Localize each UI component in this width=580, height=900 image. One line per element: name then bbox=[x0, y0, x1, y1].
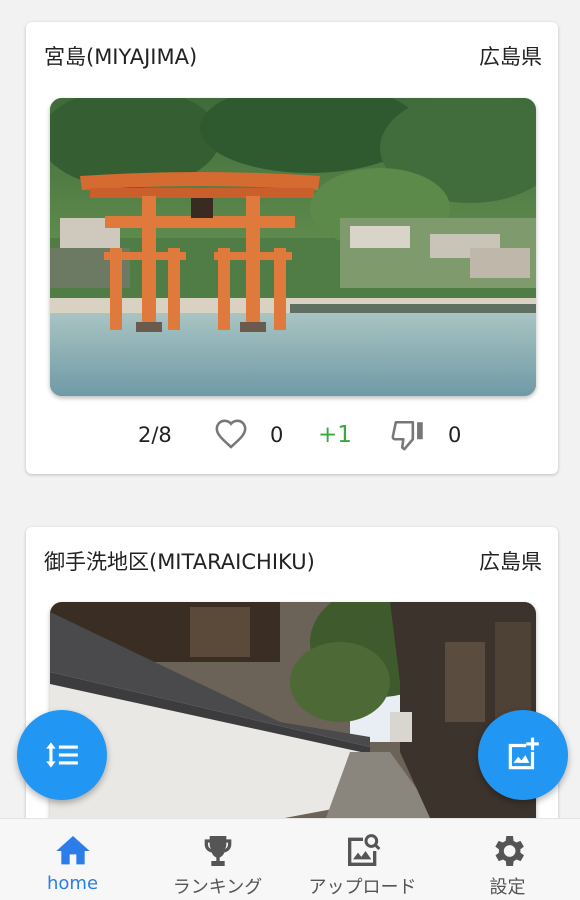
sort-button[interactable] bbox=[17, 710, 107, 800]
street-photo-image bbox=[50, 602, 536, 818]
post-title: 宮島(MIYAJIMA) bbox=[44, 45, 198, 69]
sort-icon bbox=[46, 742, 78, 768]
post-photo[interactable] bbox=[50, 98, 536, 396]
dislike-count: 0 bbox=[448, 423, 462, 447]
gear-icon bbox=[494, 836, 524, 866]
nav-item-upload[interactable]: アップロード bbox=[290, 819, 435, 900]
nav-item-settings[interactable]: 設定 bbox=[435, 819, 580, 900]
thumb-down-icon[interactable] bbox=[390, 418, 430, 452]
bottom-navigation: home ランキング アップロード 設定 bbox=[0, 818, 580, 900]
like-count: 0 bbox=[270, 423, 284, 447]
post-title: 御手洗地区(MITARAICHIKU) bbox=[44, 550, 315, 574]
nav-label: アップロード bbox=[308, 877, 417, 898]
nav-label: home bbox=[46, 873, 99, 894]
post-header: 御手洗地区(MITARAICHIKU) 広島県 bbox=[44, 547, 542, 577]
torii-photo-image bbox=[50, 98, 536, 396]
heart-icon[interactable] bbox=[214, 418, 248, 452]
post-photo[interactable] bbox=[50, 602, 536, 818]
vote-delta: +1 bbox=[318, 422, 352, 448]
post-stats: 2/8 0 +1 0 bbox=[26, 418, 558, 452]
post-prefecture: 広島県 bbox=[479, 550, 542, 574]
post-card[interactable]: 宮島(MIYAJIMA) 広島県 2/8 0 +1 0 bbox=[26, 22, 558, 474]
nav-item-home[interactable]: home bbox=[0, 819, 145, 900]
page-counter: 2/8 bbox=[138, 423, 172, 447]
post-prefecture: 広島県 bbox=[479, 45, 542, 69]
add-photo-icon bbox=[508, 737, 539, 770]
post-header: 宮島(MIYAJIMA) 広島県 bbox=[44, 42, 542, 72]
add-photo-button[interactable] bbox=[478, 710, 568, 800]
post-feed[interactable]: 宮島(MIYAJIMA) 広島県 2/8 0 +1 0 御手洗地区(MITARA… bbox=[0, 0, 580, 818]
trophy-icon bbox=[204, 836, 231, 866]
post-card[interactable]: 御手洗地区(MITARAICHIKU) 広島県 bbox=[26, 527, 558, 818]
nav-item-ranking[interactable]: ランキング bbox=[145, 819, 290, 900]
nav-label: ランキング bbox=[172, 877, 263, 898]
nav-label: 設定 bbox=[489, 877, 526, 898]
upload-image-icon bbox=[347, 834, 380, 866]
home-icon bbox=[55, 836, 90, 865]
